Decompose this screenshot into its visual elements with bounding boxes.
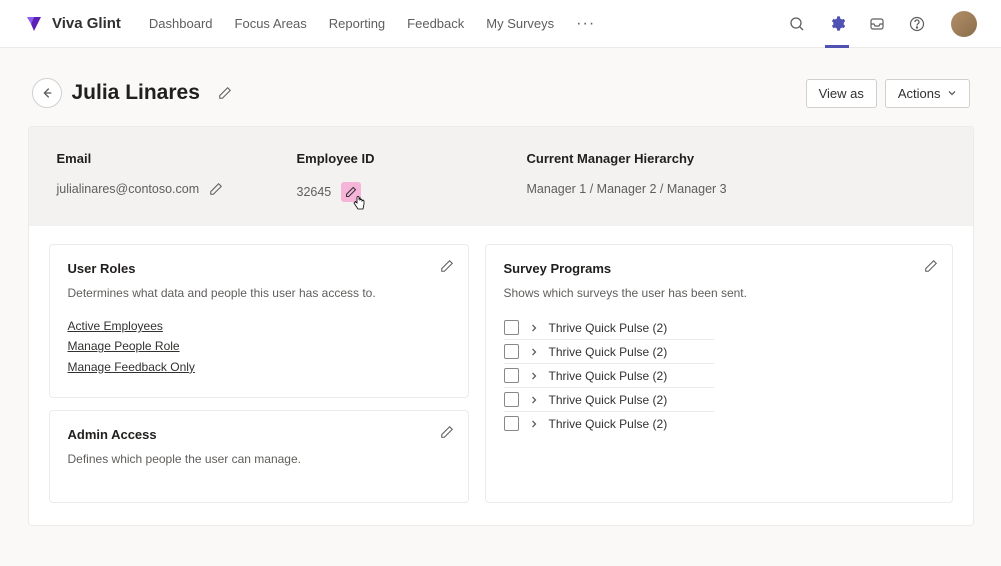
brand-logo-icon xyxy=(24,14,44,34)
mgr-label: Current Manager Hierarchy xyxy=(527,151,945,166)
info-manager-hierarchy: Current Manager Hierarchy Manager 1 / Ma… xyxy=(527,151,945,202)
chevron-right-icon[interactable] xyxy=(529,419,539,429)
eid-value-row: 32645 xyxy=(297,182,487,202)
user-roles-title: User Roles xyxy=(68,261,450,276)
search-icon[interactable] xyxy=(787,10,807,38)
pencil-icon xyxy=(440,425,454,439)
edit-eid-button[interactable] xyxy=(341,182,361,202)
edit-survey-programs-button[interactable] xyxy=(924,259,938,273)
survey-checkbox[interactable] xyxy=(504,392,519,407)
edit-user-roles-button[interactable] xyxy=(440,259,454,273)
content-grid: User Roles Determines what data and peop… xyxy=(29,226,973,525)
survey-label: Thrive Quick Pulse (2) xyxy=(549,417,668,431)
edit-title-button[interactable] xyxy=(218,86,232,100)
view-as-label: View as xyxy=(819,86,864,101)
arrow-left-icon xyxy=(40,86,54,100)
inbox-icon[interactable] xyxy=(867,10,887,38)
page-header: Julia Linares View as Actions xyxy=(28,78,974,108)
info-email: Email julialinares@contoso.com xyxy=(57,151,257,202)
chevron-right-icon[interactable] xyxy=(529,371,539,381)
actions-label: Actions xyxy=(898,86,941,101)
email-value-row: julialinares@contoso.com xyxy=(57,182,257,196)
cursor-hand-icon xyxy=(353,196,365,210)
nav-my-surveys[interactable]: My Surveys xyxy=(486,16,554,31)
nav-reporting[interactable]: Reporting xyxy=(329,16,385,31)
role-link-manage-people[interactable]: Manage People Role xyxy=(68,336,450,356)
role-link-active-employees[interactable]: Active Employees xyxy=(68,316,450,336)
help-icon[interactable] xyxy=(907,10,927,38)
nav-utility-icons xyxy=(787,10,977,38)
email-value: julialinares@contoso.com xyxy=(57,182,200,196)
eid-value: 32645 xyxy=(297,185,332,199)
survey-row: Thrive Quick Pulse (2) xyxy=(504,412,714,435)
nav-links: Dashboard Focus Areas Reporting Feedback… xyxy=(149,15,595,33)
survey-checkbox[interactable] xyxy=(504,344,519,359)
survey-label: Thrive Quick Pulse (2) xyxy=(549,393,668,407)
survey-label: Thrive Quick Pulse (2) xyxy=(549,369,668,383)
role-link-manage-feedback[interactable]: Manage Feedback Only xyxy=(68,357,450,377)
survey-row: Thrive Quick Pulse (2) xyxy=(504,316,714,340)
user-roles-desc: Determines what data and people this use… xyxy=(68,286,450,300)
main-card: Email julialinares@contoso.com Employee … xyxy=(28,126,974,526)
nav-dashboard[interactable]: Dashboard xyxy=(149,16,213,31)
survey-label: Thrive Quick Pulse (2) xyxy=(549,345,668,359)
survey-label: Thrive Quick Pulse (2) xyxy=(549,321,668,335)
nav-more-icon[interactable]: ··· xyxy=(576,15,595,33)
survey-checkbox[interactable] xyxy=(504,368,519,383)
brand[interactable]: Viva Glint xyxy=(24,14,121,34)
survey-programs-title: Survey Programs xyxy=(504,261,934,276)
pencil-icon xyxy=(218,86,232,100)
nav-focus-areas[interactable]: Focus Areas xyxy=(235,16,307,31)
avatar[interactable] xyxy=(951,11,977,37)
pencil-icon xyxy=(924,259,938,273)
chevron-right-icon[interactable] xyxy=(529,347,539,357)
survey-row: Thrive Quick Pulse (2) xyxy=(504,364,714,388)
page-title: Julia Linares xyxy=(72,81,200,105)
survey-row: Thrive Quick Pulse (2) xyxy=(504,388,714,412)
survey-checkbox[interactable] xyxy=(504,320,519,335)
admin-access-desc: Defines which people the user can manage… xyxy=(68,452,450,466)
page-container: Julia Linares View as Actions Email juli… xyxy=(28,48,974,566)
survey-row: Thrive Quick Pulse (2) xyxy=(504,340,714,364)
survey-checkbox[interactable] xyxy=(504,416,519,431)
survey-list: Thrive Quick Pulse (2) Thrive Quick Puls… xyxy=(504,316,934,435)
back-button[interactable] xyxy=(32,78,62,108)
actions-button[interactable]: Actions xyxy=(885,79,970,108)
edit-admin-access-button[interactable] xyxy=(440,425,454,439)
admin-access-title: Admin Access xyxy=(68,427,450,442)
brand-text: Viva Glint xyxy=(52,15,121,32)
survey-programs-desc: Shows which surveys the user has been se… xyxy=(504,286,934,300)
eid-label: Employee ID xyxy=(297,151,487,166)
view-as-button[interactable]: View as xyxy=(806,79,877,108)
right-column: Survey Programs Shows which surveys the … xyxy=(485,244,953,503)
pencil-icon xyxy=(440,259,454,273)
pencil-icon xyxy=(209,182,223,196)
left-column: User Roles Determines what data and peop… xyxy=(49,244,469,503)
info-bar: Email julialinares@contoso.com Employee … xyxy=(29,127,973,226)
chevron-down-icon xyxy=(947,88,957,98)
nav-feedback[interactable]: Feedback xyxy=(407,16,464,31)
user-roles-panel: User Roles Determines what data and peop… xyxy=(49,244,469,398)
chevron-right-icon[interactable] xyxy=(529,395,539,405)
top-nav: Viva Glint Dashboard Focus Areas Reporti… xyxy=(0,0,1001,48)
survey-programs-panel: Survey Programs Shows which surveys the … xyxy=(485,244,953,503)
edit-email-button[interactable] xyxy=(209,182,223,196)
chevron-right-icon[interactable] xyxy=(529,323,539,333)
email-label: Email xyxy=(57,151,257,166)
info-employee-id: Employee ID 32645 xyxy=(297,151,487,202)
admin-access-panel: Admin Access Defines which people the us… xyxy=(49,410,469,503)
mgr-value: Manager 1 / Manager 2 / Manager 3 xyxy=(527,182,945,196)
gear-icon[interactable] xyxy=(827,10,847,38)
